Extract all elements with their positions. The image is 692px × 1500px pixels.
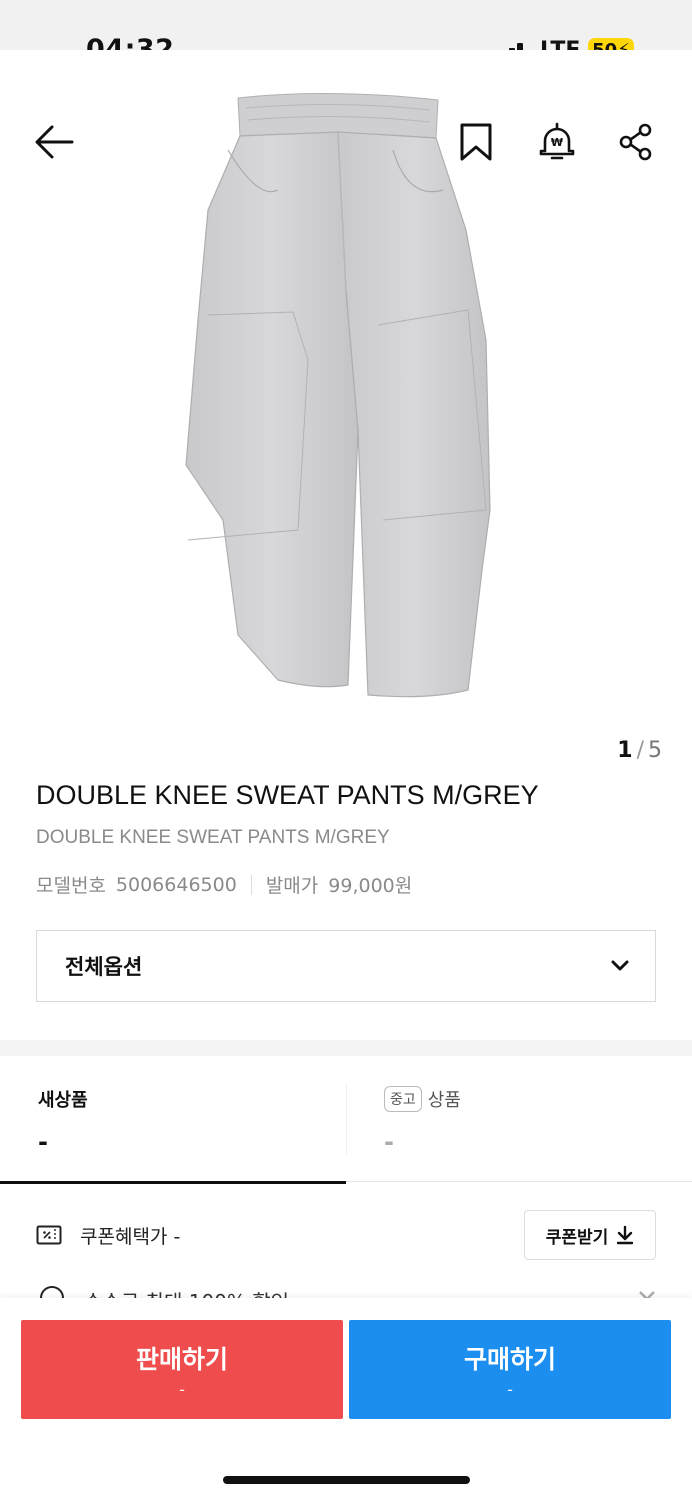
option-select[interactable]: 전체옵션 — [36, 930, 656, 1002]
buy-button[interactable]: 구매하기 - — [349, 1320, 671, 1419]
price-alert-bell-icon: ₩ — [539, 122, 575, 160]
section-divider — [0, 1040, 692, 1056]
model-number-value: 5006646500 — [115, 873, 237, 896]
condition-tabs: 새상품 - 중고 상품 - — [0, 1056, 692, 1184]
option-select-label: 전체옵션 — [65, 955, 143, 979]
product-title: DOUBLE KNEE SWEAT PANTS M/GREY — [36, 780, 539, 810]
tab-active-underline — [0, 1181, 346, 1184]
bookmark-button[interactable] — [452, 118, 500, 166]
get-coupon-label: 쿠폰받기 — [545, 1227, 609, 1248]
sell-button[interactable]: 판매하기 - — [21, 1320, 343, 1419]
coupon-icon — [36, 1225, 62, 1245]
model-number-label: 모델번호 — [36, 875, 106, 897]
product-info: DOUBLE KNEE SWEAT PANTS M/GREY DOUBLE KN… — [36, 780, 656, 898]
back-button[interactable] — [30, 118, 78, 166]
buy-button-label: 구매하기 — [463, 1345, 556, 1374]
bottom-action-bar: 판매하기 - 구매하기 - — [0, 1298, 692, 1500]
tab-used[interactable]: 중고 상품 - — [346, 1056, 692, 1182]
price-alert-button[interactable]: ₩ — [533, 118, 581, 166]
tab-new-price: - — [38, 1128, 48, 1156]
release-price-value: 99,000원 — [328, 875, 413, 897]
tab-used-label: 상품 — [427, 1090, 461, 1111]
share-icon — [619, 123, 652, 161]
sell-button-price: - — [179, 1380, 185, 1399]
sell-button-label: 판매하기 — [135, 1345, 228, 1374]
chevron-down-icon — [611, 960, 629, 971]
tab-new[interactable]: 새상품 - — [0, 1056, 346, 1184]
product-gallery[interactable]: 1/5 — [0, 50, 692, 763]
image-counter-total: 5 — [648, 738, 662, 763]
product-image — [185, 92, 491, 698]
tab-new-title: 새상품 — [38, 1090, 88, 1111]
product-meta: 모델번호 5006646500 발매가 99,000원 — [36, 871, 656, 898]
coupon-price-text: 쿠폰혜택가 - — [80, 1225, 181, 1248]
share-button[interactable] — [612, 118, 660, 166]
download-icon — [617, 1225, 634, 1245]
svg-text:₩: ₩ — [551, 136, 563, 149]
product-subtitle: DOUBLE KNEE SWEAT PANTS M/GREY — [36, 827, 390, 848]
coupon-row: 쿠폰혜택가 - 쿠폰받기 — [36, 1210, 656, 1260]
used-tag: 중고 — [384, 1086, 422, 1112]
fee-discount-row[interactable]: 수수료 최대 100% 할인 — [36, 1280, 656, 1300]
buy-button-price: - — [507, 1380, 513, 1399]
image-counter-separator: / — [636, 738, 644, 763]
home-indicator[interactable] — [223, 1476, 470, 1484]
arrow-left-icon — [35, 125, 74, 159]
image-counter: 1/5 — [617, 738, 662, 763]
tab-used-price: - — [384, 1128, 394, 1156]
release-price-label: 발매가 — [265, 875, 319, 897]
meta-divider — [250, 874, 252, 895]
bookmark-icon — [460, 123, 492, 161]
image-counter-current: 1 — [617, 738, 633, 763]
get-coupon-button[interactable]: 쿠폰받기 — [524, 1210, 656, 1260]
tab-used-title: 중고 상품 — [384, 1086, 461, 1112]
